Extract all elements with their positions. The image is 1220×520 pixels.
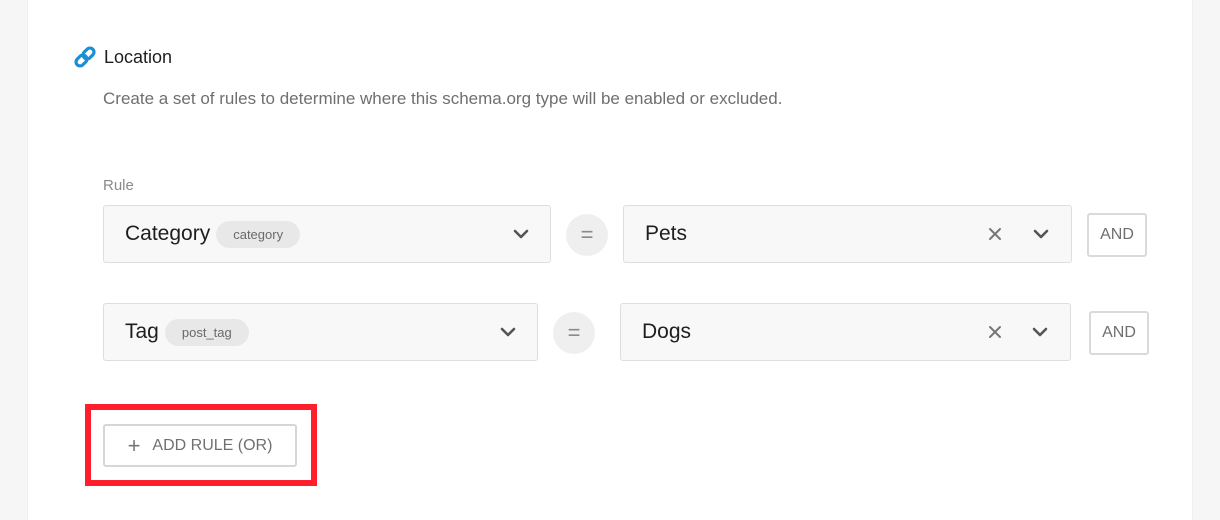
section-title: Location <box>104 46 173 67</box>
chevron-down-icon <box>500 327 516 337</box>
rule-1-value-select[interactable]: Pets <box>623 205 1072 263</box>
rule-1-value: Pets <box>645 222 688 245</box>
section-header: Location <box>72 44 172 70</box>
rule-2-value-select[interactable]: Dogs <box>620 303 1071 361</box>
rule-1-taxonomy-value: Category <box>125 222 211 245</box>
rule-label: Rule <box>103 177 134 194</box>
rule-2-operator: = <box>553 312 595 354</box>
rule-2-taxonomy-value: Tag <box>125 320 159 343</box>
rule-1-operator: = <box>566 214 608 256</box>
link-icon <box>74 46 96 68</box>
rule-2-taxonomy-select[interactable]: Tag post_tag <box>103 303 538 361</box>
rule-1-and-button[interactable]: AND <box>1087 213 1147 257</box>
highlight-box <box>85 404 317 486</box>
clear-icon[interactable] <box>987 324 1003 340</box>
rule-2-taxonomy-slug: post_tag <box>164 318 249 346</box>
rule-2-value: Dogs <box>642 320 692 343</box>
rule-2-and-button[interactable]: AND <box>1089 311 1149 355</box>
rule-1-taxonomy-slug: category <box>216 220 301 248</box>
chevron-down-icon[interactable] <box>1031 326 1049 338</box>
section-description: Create a set of rules to determine where… <box>103 89 783 108</box>
clear-icon[interactable] <box>987 226 1003 242</box>
chevron-down-icon <box>513 229 529 239</box>
chevron-down-icon[interactable] <box>1032 228 1050 240</box>
rule-1-taxonomy-select[interactable]: Category category <box>103 205 551 263</box>
